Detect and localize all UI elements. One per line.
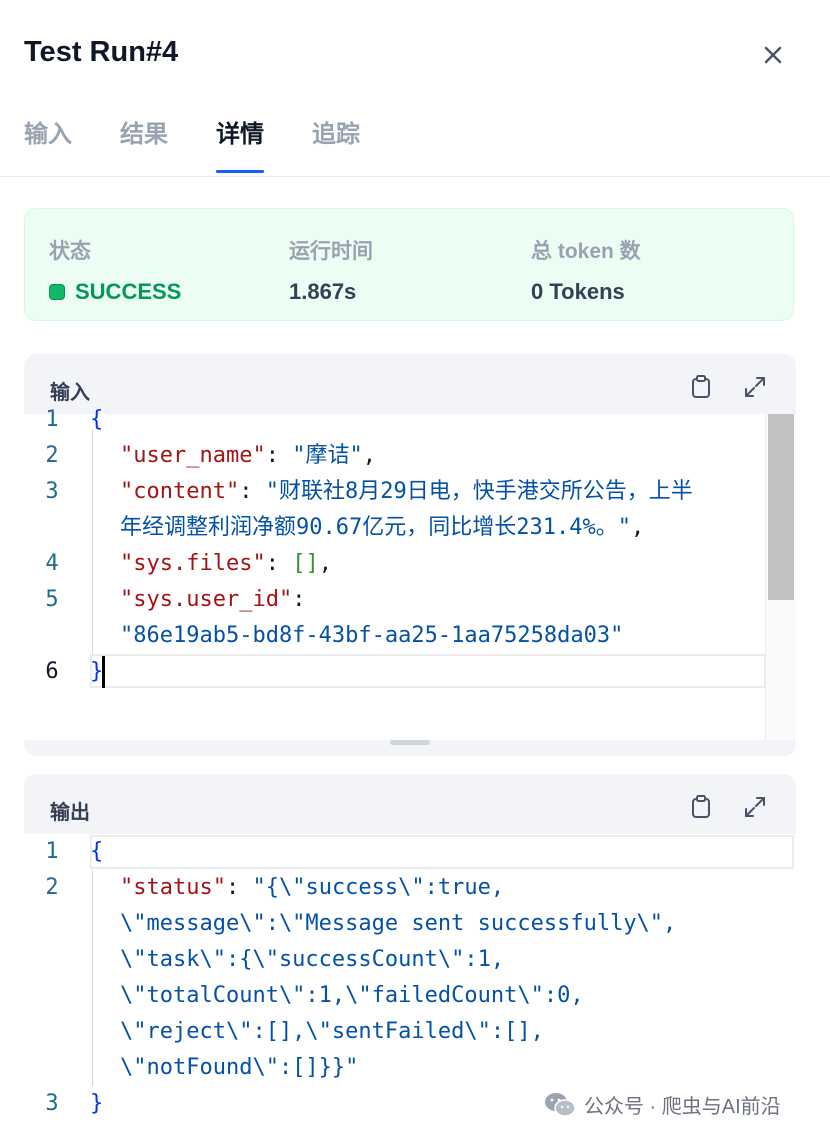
code-line: 4 "sys.files": [], xyxy=(45,551,332,576)
code-line-wrapped: \"totalCount\":1,\"failedCount\":0, xyxy=(120,983,584,1008)
input-code-editor[interactable]: 1 { 2 "user_name": "摩诘", 3 "content": "财… xyxy=(24,407,796,740)
code-line-wrapped: 年经调整利润净额90.67亿元，同比增长231.4%。", xyxy=(120,515,645,540)
input-panel-title: 输入 xyxy=(50,382,90,404)
close-icon[interactable] xyxy=(758,40,788,70)
code-line-wrapped: \"notFound\":[]}}" xyxy=(120,1055,359,1080)
code-line-wrapped: \"message\":\"Message sent successfully\… xyxy=(120,911,677,936)
code-line-wrapped: \"reject\":[],\"sentFailed\":[], xyxy=(120,1019,544,1044)
page-title: Test Run#4 xyxy=(24,36,179,68)
token-label: 总 token 数 xyxy=(531,240,641,263)
status-label: 状态 xyxy=(49,240,91,263)
code-line: 2 "status": "{\"success\":true, xyxy=(45,875,505,900)
status-stat: 状态 SUCCESS xyxy=(49,235,181,305)
code-line: 1 { xyxy=(45,839,104,864)
output-panel-header: 输出 xyxy=(24,774,796,834)
resize-handle[interactable] xyxy=(390,740,430,745)
code-line-wrapped: \"task\":{\"successCount\":1, xyxy=(120,947,505,972)
expand-icon[interactable] xyxy=(742,374,768,400)
code-line: 6 } xyxy=(45,659,104,684)
code-line: 5 "sys.user_id": xyxy=(45,587,306,612)
wechat-icon xyxy=(545,1092,576,1117)
clipboard-icon[interactable] xyxy=(688,374,714,400)
scrollbar-thumb[interactable] xyxy=(768,414,794,600)
expand-icon[interactable] xyxy=(742,794,768,820)
tab-trace[interactable]: 追踪 xyxy=(312,110,360,176)
status-card: 状态 SUCCESS 运行时间 1.867s 总 token 数 0 Token… xyxy=(24,208,794,321)
output-panel: 输出 1 { 2 "status": "{\"success\":true, \… xyxy=(24,774,796,1138)
code-line-wrapped: "86e19ab5-bd8f-43bf-aa25-1aa75258da03" xyxy=(120,623,624,648)
run-panel-header: Test Run#4 输入 结果 详情 追踪 xyxy=(0,0,830,177)
vertical-scrollbar[interactable] xyxy=(765,414,796,740)
status-dot-icon xyxy=(49,284,65,300)
runtime-label: 运行时间 xyxy=(289,240,373,263)
token-value: 0 Tokens xyxy=(531,279,625,304)
runtime-value: 1.867s xyxy=(289,279,357,304)
code-line: 3 "content": "财联社8月29日电，快手港交所公告，上半 xyxy=(45,479,693,504)
code-line: 2 "user_name": "摩诘", xyxy=(45,443,376,468)
tab-input[interactable]: 输入 xyxy=(24,110,72,176)
watermark-text: 公众号 · 爬虫与AI前沿 xyxy=(584,1096,781,1118)
status-text: SUCCESS xyxy=(75,279,182,304)
clipboard-icon[interactable] xyxy=(688,794,714,820)
tab-details[interactable]: 详情 xyxy=(216,110,264,176)
status-value: SUCCESS xyxy=(49,279,181,305)
watermark: 公众号 · 爬虫与AI前沿 xyxy=(544,1090,781,1119)
tab-result[interactable]: 结果 xyxy=(120,110,168,176)
token-stat: 总 token 数 0 Tokens xyxy=(531,235,641,305)
input-panel: 输入 1 { 2 "user_name": "摩诘", 3 "content":… xyxy=(24,354,796,756)
runtime-stat: 运行时间 1.867s xyxy=(289,235,373,305)
code-line: 1 { xyxy=(45,407,104,432)
output-panel-title: 输出 xyxy=(50,802,90,824)
tab-bar: 输入 结果 详情 追踪 xyxy=(24,110,408,176)
